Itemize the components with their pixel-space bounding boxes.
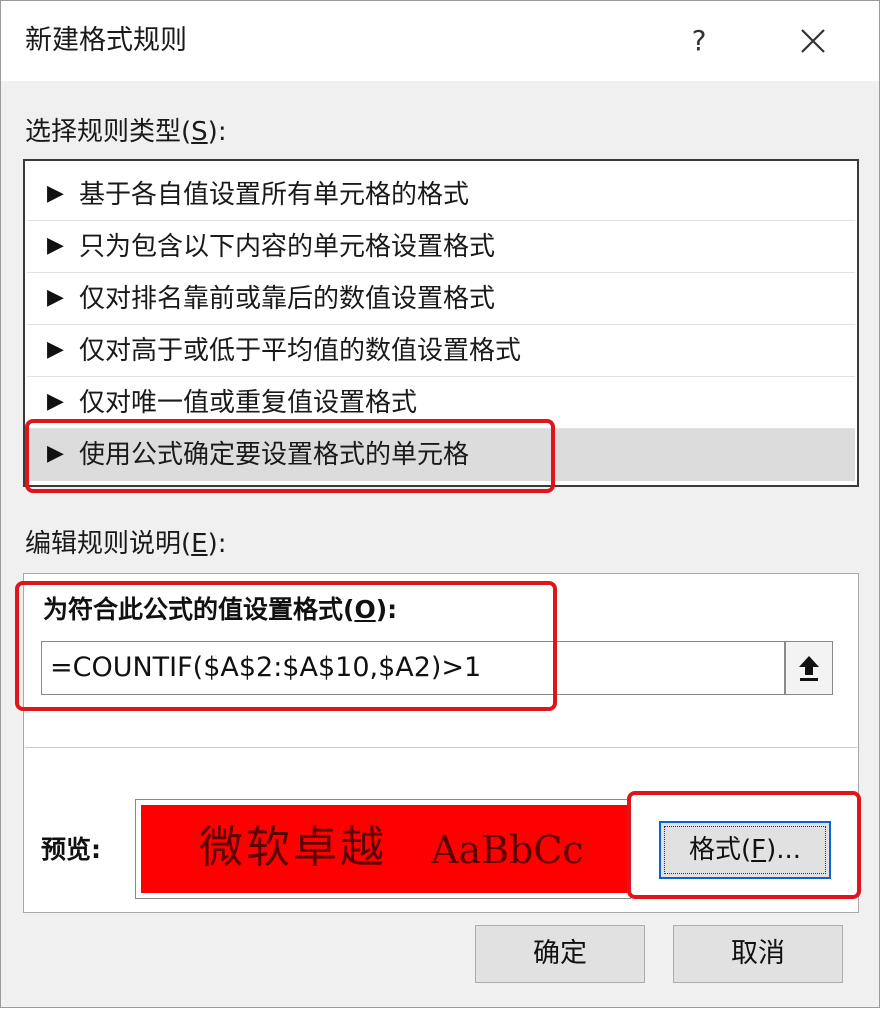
preview-sample-latin: AaBbCc	[431, 828, 584, 872]
new-format-rule-dialog: 新建格式规则 ? 选择规则类型(S): ▶ 基于各自值设置所有单元格的格式 ▶ …	[0, 0, 880, 1008]
rule-item-label: 仅对高于或低于平均值的数值设置格式	[79, 336, 522, 366]
dialog-title: 新建格式规则	[25, 25, 187, 56]
formula-heading-key: O	[354, 595, 376, 624]
triangle-right-icon: ▶	[47, 181, 64, 206]
rule-item-all-cells-by-value[interactable]: ▶ 基于各自值设置所有单元格的格式	[27, 169, 855, 221]
format-button-prefix: 格式(	[688, 835, 752, 865]
formula-heading-prefix: 为符合此公式的值设置格式(	[43, 595, 355, 624]
rule-item-unique-duplicate[interactable]: ▶ 仅对唯一值或重复值设置格式	[27, 377, 855, 429]
cancel-button[interactable]: 取消	[673, 925, 843, 983]
format-button-suffix: )...	[766, 835, 802, 865]
edit-rule-label: 编辑规则说明(E):	[25, 527, 227, 561]
rule-type-label-suffix: ):	[207, 117, 227, 147]
close-button[interactable]	[791, 21, 835, 61]
title-bar: 新建格式规则 ?	[1, 1, 879, 81]
rule-type-label-prefix: 选择规则类型(	[25, 117, 192, 147]
edit-rule-label-key: E	[191, 529, 208, 559]
rule-type-label-key: S	[191, 117, 208, 147]
triangle-right-icon: ▶	[47, 337, 64, 362]
rule-item-use-formula[interactable]: ▶ 使用公式确定要设置格式的单元格	[27, 429, 855, 481]
formula-input[interactable]: =COUNTIF($A$2:$A$10,$A2)>1	[41, 641, 785, 695]
triangle-right-icon: ▶	[47, 441, 64, 466]
rule-item-cells-containing[interactable]: ▶ 只为包含以下内容的单元格设置格式	[27, 221, 855, 273]
formula-heading-suffix: ):	[375, 595, 398, 624]
edit-rule-label-suffix: ):	[207, 529, 227, 559]
help-button[interactable]: ?	[677, 21, 721, 61]
preview-sample-chinese: 微软卓越	[199, 822, 387, 873]
format-button-key: F	[751, 835, 767, 865]
divider	[25, 747, 857, 748]
ok-button[interactable]: 确定	[475, 925, 645, 983]
triangle-right-icon: ▶	[47, 285, 64, 310]
close-icon	[801, 29, 825, 53]
rule-item-label: 使用公式确定要设置格式的单元格	[79, 440, 470, 470]
rule-item-top-bottom[interactable]: ▶ 仅对排名靠前或靠后的数值设置格式	[27, 273, 855, 325]
rule-item-above-below-average[interactable]: ▶ 仅对高于或低于平均值的数值设置格式	[27, 325, 855, 377]
rule-item-label: 基于各自值设置所有单元格的格式	[79, 180, 470, 210]
format-button[interactable]: 格式(F)...	[659, 821, 831, 879]
edit-rule-label-prefix: 编辑规则说明(	[25, 529, 192, 559]
rule-type-list: ▶ 基于各自值设置所有单元格的格式 ▶ 只为包含以下内容的单元格设置格式 ▶ 仅…	[23, 159, 859, 487]
rule-item-label: 仅对排名靠前或靠后的数值设置格式	[79, 284, 496, 314]
triangle-right-icon: ▶	[47, 233, 64, 258]
rule-item-label: 只为包含以下内容的单元格设置格式	[79, 232, 496, 262]
preview-label: 预览:	[41, 835, 101, 864]
rule-type-label: 选择规则类型(S):	[25, 115, 227, 149]
formula-heading: 为符合此公式的值设置格式(O):	[43, 593, 397, 627]
rule-item-label: 仅对唯一值或重复值设置格式	[79, 388, 418, 418]
upload-arrow-icon	[799, 656, 819, 681]
collapse-dialog-button[interactable]	[785, 641, 833, 695]
triangle-right-icon: ▶	[47, 389, 64, 414]
